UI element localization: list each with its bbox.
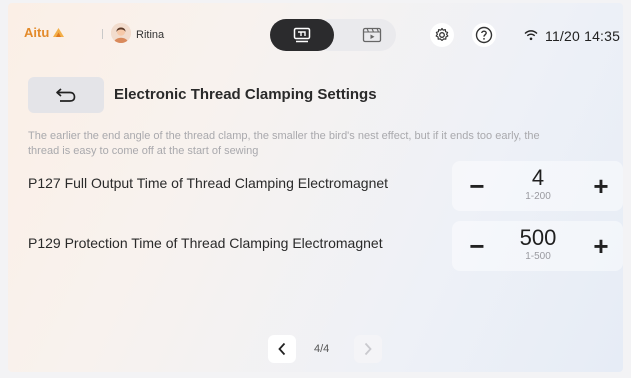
chevron-right-icon: [364, 342, 372, 356]
mode-switcher: [270, 18, 398, 52]
stepper-range: 1-500: [525, 251, 551, 262]
pagination: 4/4: [268, 335, 388, 365]
app-screen: Aitu Ritina 11/20 14:35 Electronic Threa…: [8, 3, 623, 372]
increment-button[interactable]: +: [586, 171, 616, 201]
quantity-stepper: − 500 1-500 +: [452, 221, 623, 271]
param-row-p127: P127 Full Output Time of Thread Clamping…: [8, 161, 623, 211]
prev-page-button[interactable]: [268, 335, 296, 363]
datetime: 11/20 14:35: [545, 28, 621, 44]
next-page-button[interactable]: [354, 335, 382, 363]
mode-video-button[interactable]: [354, 19, 390, 51]
stepper-value[interactable]: 4: [502, 165, 574, 191]
param-label: P129 Protection Time of Thread Clamping …: [28, 235, 383, 251]
brand-name: Aitu: [24, 25, 50, 40]
help-icon: [475, 26, 493, 44]
decrement-button[interactable]: −: [462, 171, 492, 201]
wifi-icon: [524, 30, 538, 41]
user-avatar-icon: [111, 23, 131, 43]
param-row-p129: P129 Protection Time of Thread Clamping …: [8, 221, 623, 271]
back-button[interactable]: [28, 77, 104, 113]
stepper-value[interactable]: 500: [502, 225, 574, 251]
stepper-range: 1-200: [525, 191, 551, 202]
increment-button[interactable]: +: [586, 231, 616, 261]
brand-mark-icon: [53, 28, 65, 37]
gear-icon: [435, 27, 449, 41]
avatar[interactable]: [111, 23, 131, 43]
settings-button[interactable]: [430, 23, 454, 47]
brand-logo: Aitu: [24, 25, 65, 40]
param-label: P127 Full Output Time of Thread Clamping…: [28, 175, 389, 191]
settings-description: The earlier the end angle of the thread …: [28, 130, 540, 157]
video-gallery-icon: [362, 27, 382, 43]
back-arrow-icon: [56, 88, 76, 102]
chevron-left-icon: [278, 342, 286, 356]
help-button[interactable]: [472, 23, 496, 47]
decrement-button[interactable]: −: [462, 231, 492, 261]
page-indicator: 4/4: [314, 343, 330, 355]
user-name: Ritina: [136, 29, 165, 41]
sewing-machine-icon: [293, 27, 311, 43]
topbar-divider: [102, 29, 103, 39]
quantity-stepper: − 4 1-200 +: [452, 161, 623, 211]
top-bar: Aitu Ritina 11/20 14:35: [8, 3, 623, 59]
mode-sewing-button[interactable]: [270, 19, 334, 51]
page-title: Electronic Thread Clamping Settings: [114, 86, 377, 103]
